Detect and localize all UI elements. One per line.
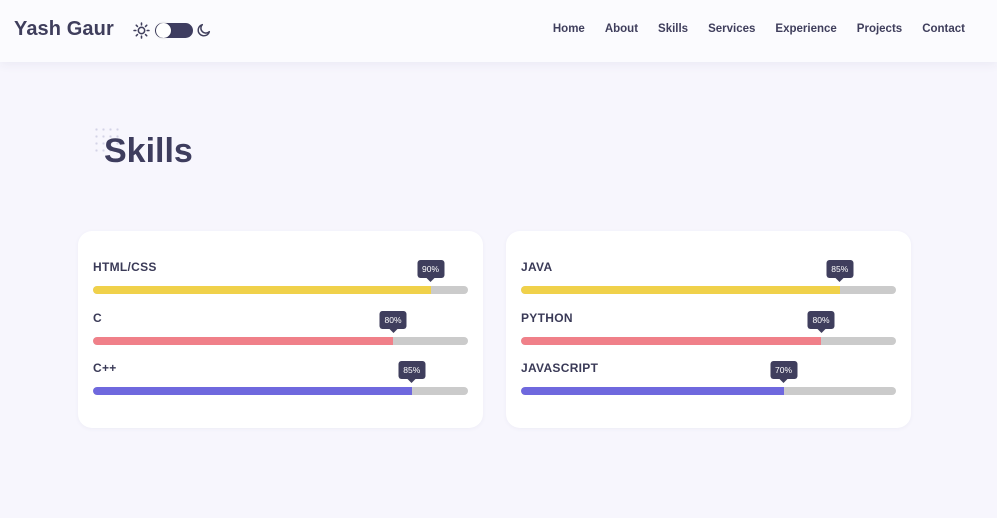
nav-link-experience[interactable]: Experience <box>775 23 836 35</box>
skill-percent-tooltip: 85% <box>826 260 854 282</box>
theme-switch[interactable] <box>155 23 193 38</box>
skill-progress-track <box>521 337 896 345</box>
nav-link-home[interactable]: Home <box>553 23 585 35</box>
skill-name: HTML/CSS <box>93 260 157 274</box>
skills-card-left: HTML/CSS 90% C 80% C++ 85% <box>78 231 483 428</box>
skill-item-html-css: HTML/CSS 90% <box>93 260 468 300</box>
nav-link-about[interactable]: About <box>605 23 638 35</box>
skills-card-right: JAVA 85% PYTHON 80% JAVASCRIPT 70% <box>506 231 911 428</box>
skill-name: PYTHON <box>521 311 573 325</box>
nav-link-skills[interactable]: Skills <box>658 23 688 35</box>
brand-name[interactable]: Yash Gaur <box>14 18 114 41</box>
skill-progress-track <box>521 387 896 395</box>
skill-percent-tooltip: 70% <box>769 361 798 383</box>
section-heading: Skills <box>93 126 193 170</box>
skill-item-c: C 80% <box>93 311 468 351</box>
skill-name: JAVASCRIPT <box>521 361 599 375</box>
skill-progress-fill <box>521 337 821 345</box>
skill-progress-track <box>93 387 468 395</box>
skill-name: JAVA <box>521 260 553 274</box>
skill-progress-fill <box>93 337 393 345</box>
skill-progress-fill <box>521 387 784 395</box>
skill-progress-track <box>521 286 896 294</box>
skill-name: C++ <box>93 361 117 375</box>
skill-name: C <box>93 311 102 325</box>
skill-item-cpp: C++ 85% <box>93 361 468 401</box>
nav-link-services[interactable]: Services <box>708 23 755 35</box>
skill-progress-fill <box>93 387 412 395</box>
skill-item-java: JAVA 85% <box>521 260 896 300</box>
theme-toggle[interactable] <box>133 22 213 39</box>
skill-progress-fill <box>93 286 431 294</box>
sun-icon <box>133 22 150 39</box>
skill-progress-track <box>93 286 468 294</box>
theme-switch-knob[interactable] <box>156 23 171 38</box>
nav-link-projects[interactable]: Projects <box>857 23 902 35</box>
skill-percent-tooltip: 80% <box>379 311 407 333</box>
skill-percent-tooltip: 80% <box>807 311 835 333</box>
skill-progress-track <box>93 337 468 345</box>
nav-menu: Home About Skills Services Experience Pr… <box>553 23 965 35</box>
skill-item-javascript: JAVASCRIPT 70% <box>521 361 896 401</box>
nav-link-contact[interactable]: Contact <box>922 23 965 35</box>
skill-item-python: PYTHON 80% <box>521 311 896 351</box>
skill-percent-tooltip: 90% <box>416 260 445 282</box>
moon-icon <box>197 23 211 37</box>
section-title: Skills <box>104 132 193 170</box>
skill-percent-tooltip: 85% <box>398 361 426 383</box>
skill-progress-fill <box>521 286 840 294</box>
navbar: Yash Gaur Home About Skills Services Exp… <box>0 0 997 62</box>
